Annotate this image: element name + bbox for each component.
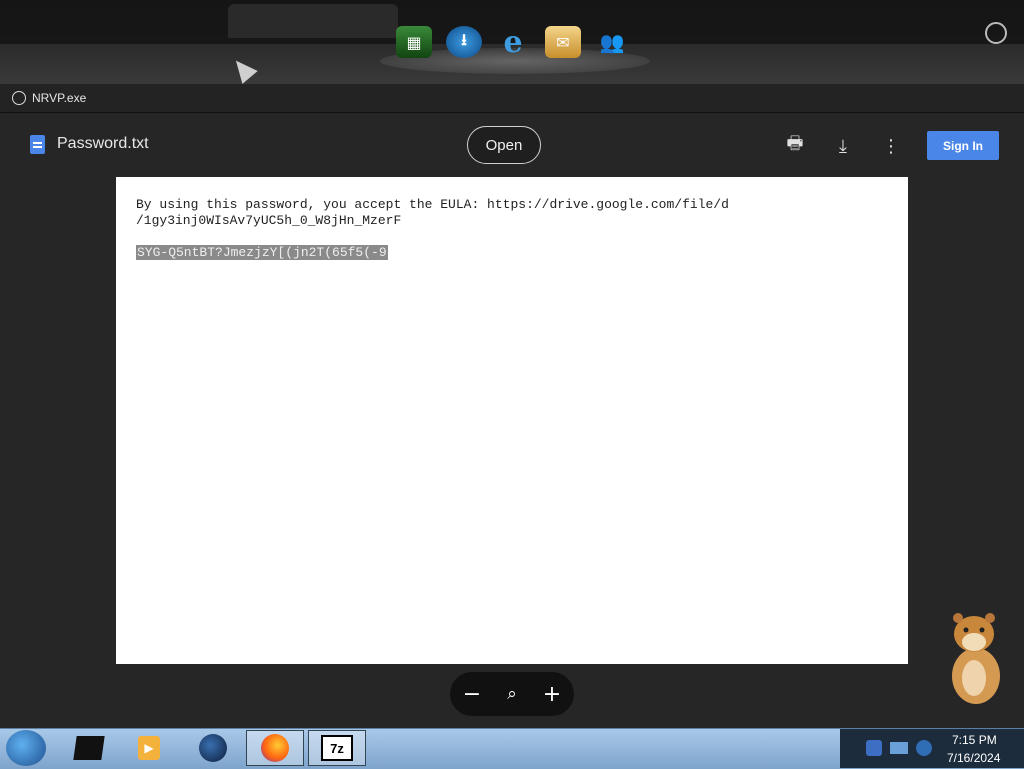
document-line: /1gy3inj0WIsAv7yUC5h_0_W8jHn_MzerF [136,213,402,228]
grid-app-icon[interactable]: ▦ [396,26,432,58]
download-icon[interactable]: ⤓ [831,134,855,158]
internet-explorer-icon[interactable]: e [495,25,531,60]
clock-time[interactable]: 7:15 PM [952,733,997,747]
zoom-in-icon[interactable]: + [538,680,566,708]
globe-app-icon[interactable] [186,730,240,766]
print-icon[interactable]: 🖶 [783,133,807,158]
7zip-icon[interactable]: 7z [308,730,366,766]
zoom-out-icon[interactable]: − [458,680,486,708]
globe-download-icon[interactable]: ⭳ [446,26,482,58]
background-tab [228,4,398,38]
messenger-icon[interactable]: 👥 [594,26,630,58]
hamster-image [952,613,1000,704]
media-player-icon[interactable]: ▶ [122,730,176,766]
mail-icon[interactable]: ✉ [545,26,581,58]
sign-in-button[interactable]: Sign In [927,131,999,160]
file-title: Password.txt [57,135,149,152]
open-button[interactable]: Open [467,126,541,164]
document-line: By using this password, you accept the E… [136,197,729,212]
tray-app-icon[interactable] [866,740,882,756]
document-icon [30,135,45,154]
password-text-selected[interactable]: SYG-Q5ntBT?JmezjzY[(jn2T(65f5(-9 [136,245,388,260]
clock-date[interactable]: 7/16/2024 [947,751,1000,765]
network-icon[interactable] [890,742,908,754]
close-overlay-icon[interactable] [985,22,1007,44]
start-orb[interactable] [6,730,46,766]
more-options-icon[interactable]: ⋮ [879,134,903,158]
black-box-app-icon[interactable] [62,730,116,766]
address-text[interactable]: NRVP.exe [32,91,86,105]
firefox-icon[interactable] [246,730,304,766]
zoom-reset-icon[interactable]: ⌕ [498,680,526,708]
tray-globe-icon[interactable] [916,740,932,756]
globe-icon [12,91,26,105]
address-strip [0,84,1024,113]
